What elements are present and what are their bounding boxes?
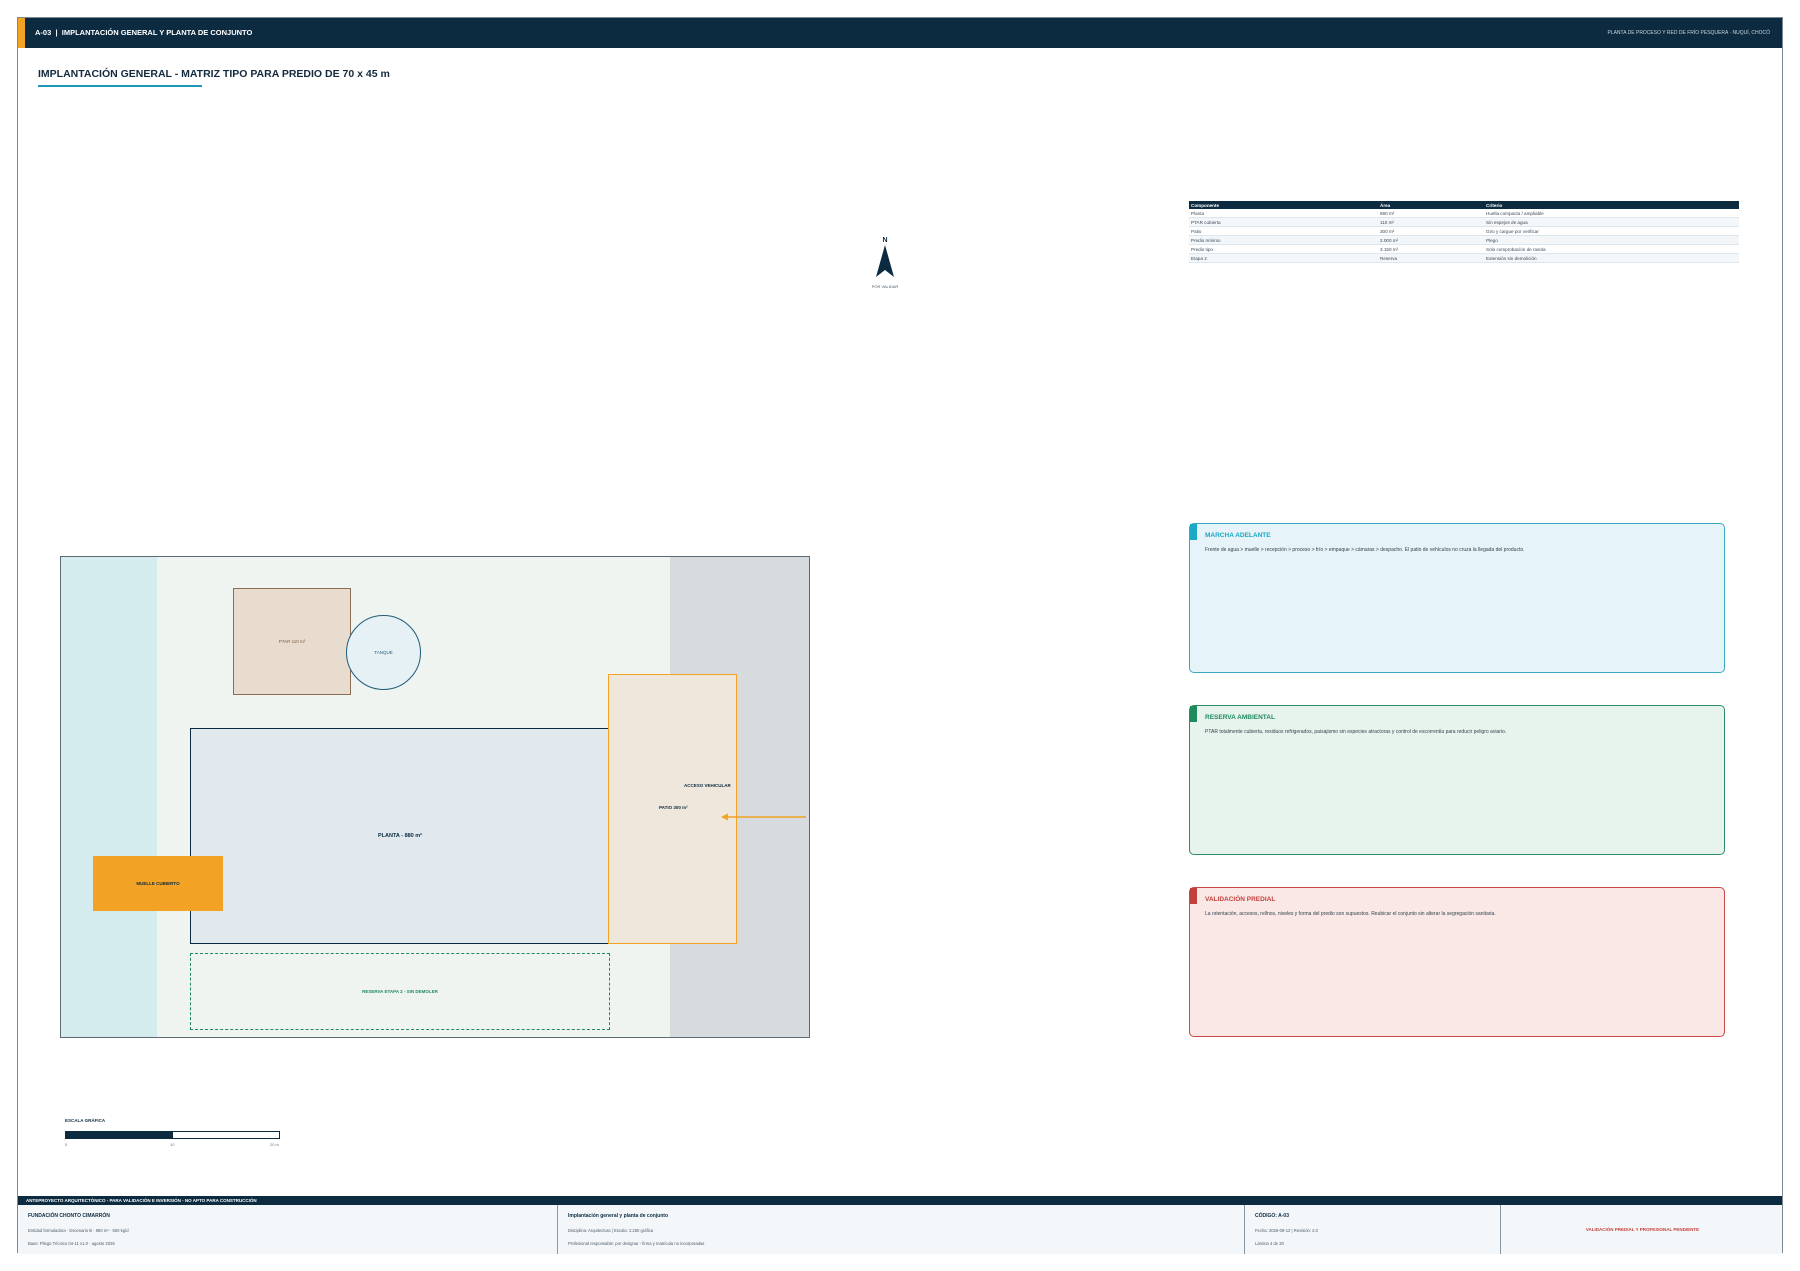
sheet-title: IMPLANTACIÓN GENERAL Y PLANTA DE CONJUNT… xyxy=(61,28,253,37)
patio-block: ACCESO VEHICULAR PATIO 300 m² xyxy=(608,674,737,944)
footer-org-column: FUNDACIÓN CHONTO CIMARRÓN Entidad formul… xyxy=(18,1205,558,1254)
scale-tick-10: 10 xyxy=(170,1142,175,1147)
footer-code: CÓDIGO: A-03 xyxy=(1255,1213,1289,1219)
north-arrow-icon: N POR VALIDAR xyxy=(872,237,899,289)
top-title-bar: A-03 | IMPLANTACIÓN GENERAL Y PLANTA DE … xyxy=(18,18,1782,48)
scale-tick-20: 20 m xyxy=(270,1142,279,1147)
table-cell: Etapa 2 xyxy=(1189,253,1378,263)
north-arrow-shape xyxy=(876,245,894,277)
north-letter: N xyxy=(882,237,887,244)
project-name: PLANTA DE PROCESO Y RED DE FRÍO PESQUERA… xyxy=(1607,30,1770,36)
footer-sheet-column: Implantación general y planta de conjunt… xyxy=(558,1205,1245,1254)
scale-label: ESCALA GRÁFICA xyxy=(65,1118,106,1123)
card-reserva-ambiental: RESERVA AMBIENTAL PTAR totalmente cubier… xyxy=(1189,705,1725,855)
ptar-block: PTAR 110 m² xyxy=(233,588,351,695)
sheet-code: A-03 xyxy=(35,28,52,37)
org-line-1: Entidad formuladora · Escenario B · 880 … xyxy=(28,1228,129,1233)
table-row: Patio 300 m² Giro y cargue por verificar xyxy=(1189,226,1739,236)
table-cell: Planta xyxy=(1189,209,1378,218)
table-cell: Plego xyxy=(1484,235,1739,245)
table-header-row: Componente Área Criterio xyxy=(1189,201,1739,209)
table-cell: 3.150 m² xyxy=(1378,244,1484,254)
tank-circle: TANQUE xyxy=(346,615,421,690)
table-cell: Patio xyxy=(1189,226,1378,236)
table-cell: Reserva xyxy=(1378,253,1484,263)
north-note: POR VALIDAR xyxy=(872,284,899,289)
table-cell: PTAR cubierta xyxy=(1189,217,1378,227)
card-tag xyxy=(1190,524,1197,540)
footer-body: FUNDACIÓN CHONTO CIMARRÓN Entidad formul… xyxy=(18,1205,1782,1254)
table-cell: Giro y cargue por verificar xyxy=(1484,226,1739,236)
components-table: Componente Área Criterio Planta 880 m² H… xyxy=(1189,201,1739,263)
footer-sheet-title: Implantación general y planta de conjunt… xyxy=(568,1213,669,1219)
footer-sheet-line-1: Disciplina: Arquitectura | Escala: 1:250… xyxy=(568,1228,654,1233)
vehicle-access-label: ACCESO VEHICULAR xyxy=(684,783,731,788)
table-cell: Huella compacta / ampliable xyxy=(1484,209,1739,218)
card-title: VALIDACIÓN PREDIAL xyxy=(1205,896,1276,903)
card-title: RESERVA AMBIENTAL xyxy=(1205,714,1275,721)
table-cell: 110 m² xyxy=(1378,217,1484,227)
access-arrow-head xyxy=(721,813,728,821)
title-block: ANTEPROYECTO ARQUITECTÓNICO - PARA VALID… xyxy=(18,1196,1782,1254)
card-body: La orientación, accesos, rellnos, nivele… xyxy=(1205,911,1496,917)
table-cell: Extensión sin demolición xyxy=(1484,253,1739,263)
table-row: Planta 880 m² Huella compacta / ampliabl… xyxy=(1189,209,1739,218)
scale-bar xyxy=(65,1131,280,1139)
org-line-2: Base: Pliego Técnico 04-11 v1.0 · agosto… xyxy=(28,1241,115,1246)
table-row: PTAR cubierta 110 m² Sin espejos de agua xyxy=(1189,217,1739,227)
access-arrow-icon xyxy=(721,813,806,821)
footer-date-revision: Fecha: 2026-08-12 | Revisión: 2.0 xyxy=(1255,1228,1319,1233)
footer-code-column: CÓDIGO: A-03 Fecha: 2026-08-12 | Revisió… xyxy=(1245,1205,1501,1254)
scale-tick-0: 0 xyxy=(65,1142,68,1147)
table-header: Criterio xyxy=(1484,201,1739,209)
heading-separator: | xyxy=(53,28,60,37)
org-name: FUNDACIÓN CHONTO CIMARRÓN xyxy=(28,1213,110,1219)
title-underline xyxy=(38,85,202,87)
table-cell: Predio mínimo xyxy=(1189,235,1378,245)
footer-banner-text: ANTEPROYECTO ARQUITECTÓNICO - PARA VALID… xyxy=(26,1198,257,1203)
footer-status-column: VALIDACIÓN PREDIAL Y PROFESIONAL PENDIEN… xyxy=(1501,1205,1784,1254)
status-badge: VALIDACIÓN PREDIAL Y PROFESIONAL PENDIEN… xyxy=(1585,1227,1700,1232)
table-cell: Solo comprobación de rasola xyxy=(1484,244,1739,254)
table-row: Etapa 2 Reserva Extensión sin demolición xyxy=(1189,253,1739,263)
scale-bar-fill xyxy=(66,1132,173,1138)
footer-sheet-number: Lámina 4 de 20 xyxy=(1255,1241,1284,1246)
card-body: PTAR totalmente cubierta, residuos refri… xyxy=(1205,729,1507,735)
table-cell: Predio tipo xyxy=(1189,244,1378,254)
table-cell: Sin espejos de agua xyxy=(1484,217,1739,227)
table-cell: 2.000 m² xyxy=(1378,235,1484,245)
card-validacion-predial: VALIDACIÓN PREDIAL La orientación, acces… xyxy=(1189,887,1725,1037)
reserve-stage2-zone: RESERVA ETAPA 2 - SIN DEMOLER xyxy=(190,953,610,1030)
table-header: Área xyxy=(1378,201,1484,209)
footer-banner: ANTEPROYECTO ARQUITECTÓNICO - PARA VALID… xyxy=(18,1196,1782,1205)
drawing-sheet: A-03 | IMPLANTACIÓN GENERAL Y PLANTA DE … xyxy=(17,17,1783,1254)
table-row: Predio tipo 3.150 m² Solo comprobación d… xyxy=(1189,244,1739,254)
sheet-heading: A-03 | IMPLANTACIÓN GENERAL Y PLANTA DE … xyxy=(35,28,252,37)
footer-sheet-line-2: Profesional responsable: por designar - … xyxy=(568,1241,705,1246)
patio-label: PATIO 300 m² xyxy=(659,805,688,810)
table-cell: 880 m² xyxy=(1378,209,1484,218)
water-front-strip xyxy=(61,557,157,1037)
card-tag xyxy=(1190,888,1197,904)
card-body: Frente de agua > muelle > recepción > pr… xyxy=(1205,547,1525,553)
card-tag xyxy=(1190,706,1197,722)
page-title: IMPLANTACIÓN GENERAL - MATRIZ TIPO PARA … xyxy=(38,68,390,80)
card-marcha-adelante: MARCHA ADELANTE Frente de agua > muelle … xyxy=(1189,523,1725,673)
title-bar-accent xyxy=(18,18,25,48)
plant-block: PLANTA - 880 m² xyxy=(190,728,610,944)
table-row: Predio mínimo 2.000 m² Plego xyxy=(1189,235,1739,245)
card-title: MARCHA ADELANTE xyxy=(1205,532,1271,539)
site-plan: PTAR 110 m² TANQUE PLANTA - 880 m² ACCES… xyxy=(60,556,810,1038)
covered-dock-block: MUELLE CUBIERTO xyxy=(93,856,223,911)
table-cell: 300 m² xyxy=(1378,226,1484,236)
table-header: Componente xyxy=(1189,201,1378,209)
graphic-scale: ESCALA GRÁFICA 0 10 20 m xyxy=(65,1118,285,1158)
